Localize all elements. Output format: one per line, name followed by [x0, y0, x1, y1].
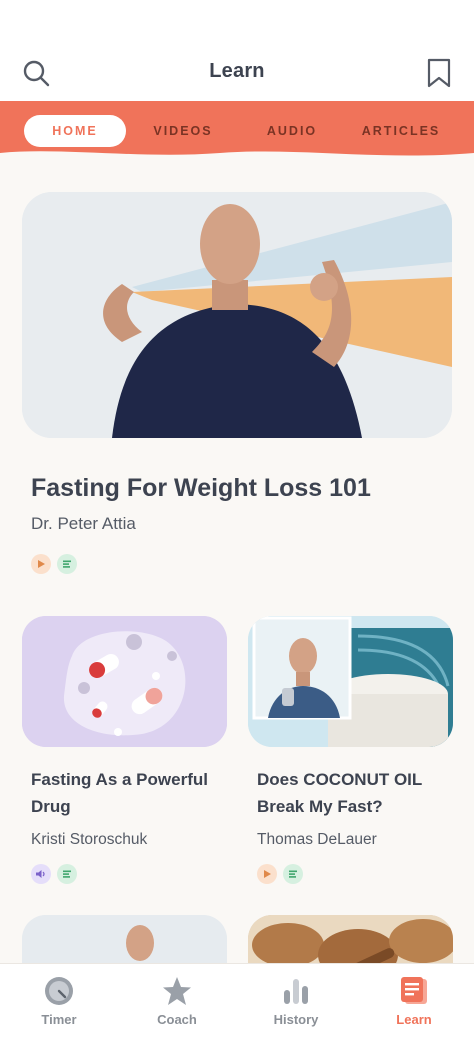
card-thumbnail-fasting-drug[interactable] [22, 616, 227, 747]
tab-videos[interactable]: VIDEOS [143, 115, 223, 147]
coconut-oil-thumbnail-image [248, 616, 453, 747]
text-icon [57, 554, 77, 574]
play-icon [31, 554, 51, 574]
tab-audio[interactable]: AUDIO [252, 115, 332, 147]
card-title-fasting-drug[interactable]: Fasting As a Powerful Drug [31, 766, 236, 820]
nav-label-timer: Timer [41, 1012, 77, 1027]
featured-video-thumbnail[interactable] [22, 192, 452, 438]
card-thumbnail-coconut-oil[interactable] [248, 616, 453, 747]
card-badges-coconut-oil [257, 864, 303, 884]
text-icon [57, 864, 77, 884]
tab-home[interactable]: HOME [24, 115, 126, 147]
card-author-coconut-oil: Thomas DeLauer [257, 831, 377, 848]
nav-item-learn[interactable]: Learn [355, 964, 473, 1057]
timer-icon [45, 977, 73, 1005]
play-icon [257, 864, 277, 884]
category-tab-bar: HOME VIDEOS AUDIO ARTICLES [0, 101, 474, 159]
card-author-fasting-drug: Kristi Storoschuk [31, 831, 148, 848]
nav-item-coach[interactable]: Coach [118, 964, 236, 1057]
learn-icon [401, 977, 427, 1004]
featured-author: Dr. Peter Attia [31, 514, 136, 533]
text-icon [283, 864, 303, 884]
nav-label-coach: Coach [157, 1012, 197, 1027]
top-header: Learn [0, 0, 474, 101]
featured-badges [31, 554, 77, 574]
nav-item-timer[interactable]: Timer [0, 964, 118, 1057]
nav-item-history[interactable]: History [237, 964, 355, 1057]
card-badges-fasting-drug [31, 864, 77, 884]
pills-illustration [22, 616, 227, 747]
card-title-coconut-oil[interactable]: Does COCONUT OIL Break My Fast? [257, 766, 462, 820]
page-title: Learn [209, 60, 265, 82]
bottom-navigation: Timer Coach History Learn [0, 963, 474, 1057]
bookmark-icon[interactable] [427, 58, 451, 88]
featured-thumbnail-image [22, 192, 452, 438]
featured-title[interactable]: Fasting For Weight Loss 101 [31, 474, 371, 503]
nav-label-history: History [273, 1012, 319, 1027]
nav-label-learn: Learn [396, 1012, 432, 1027]
audio-icon [31, 864, 51, 884]
tab-articles[interactable]: ARTICLES [356, 115, 446, 147]
star-icon [163, 977, 191, 1005]
bar-chart-icon [284, 979, 308, 1004]
